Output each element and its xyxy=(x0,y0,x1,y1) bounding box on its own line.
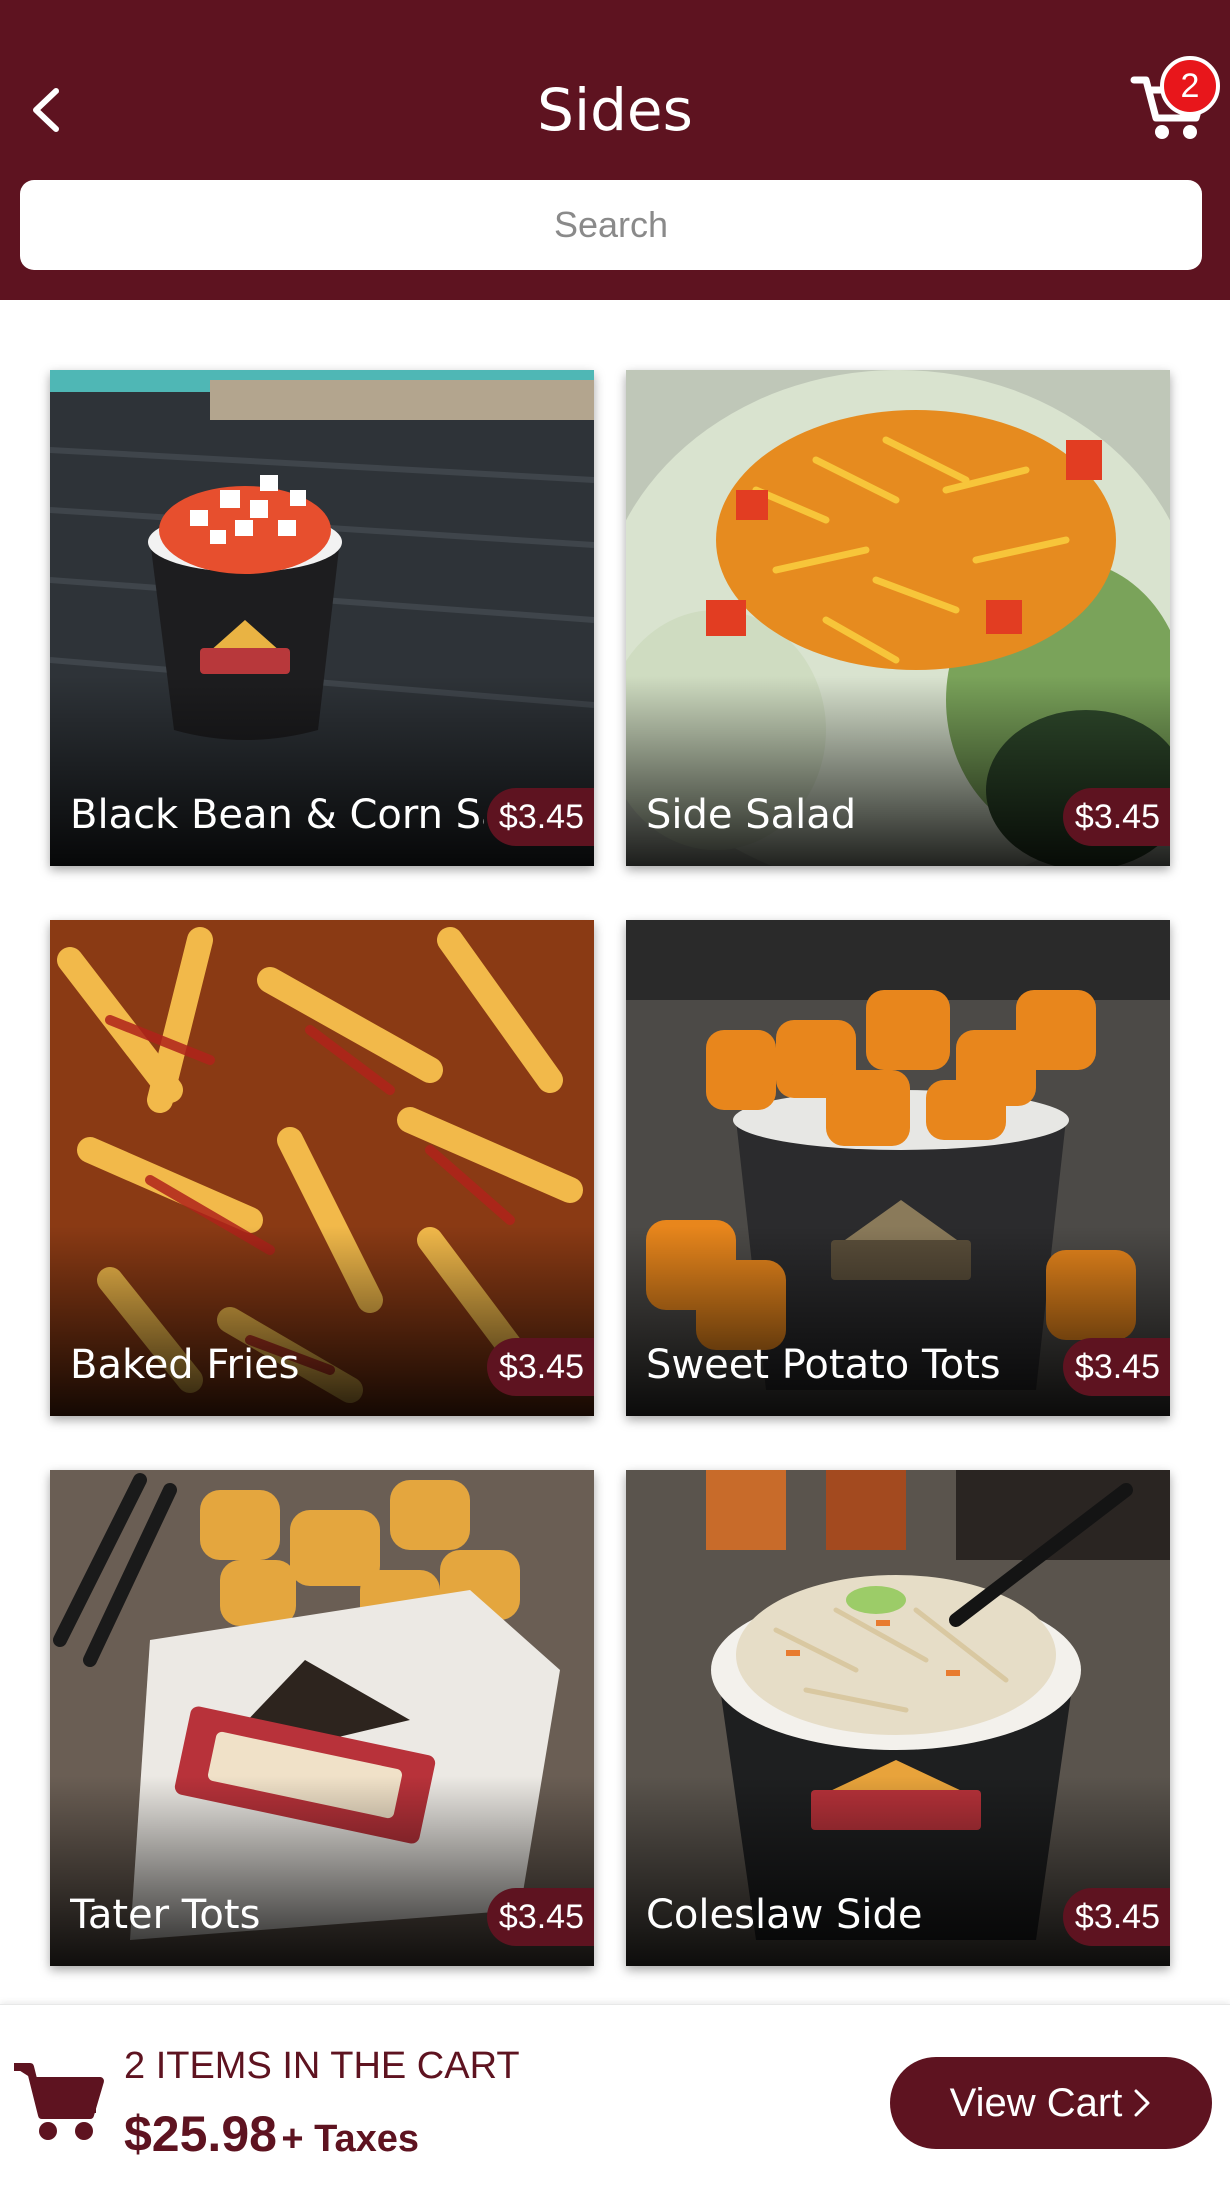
cart-count-badge: 2 xyxy=(1160,56,1220,116)
view-cart-button[interactable]: View Cart xyxy=(890,2057,1212,2149)
menu-item-price: $3.45 xyxy=(486,1888,594,1946)
taxes-label: + Taxes xyxy=(281,2118,420,2160)
cart-items-count: 2 ITEMS IN THE CART xyxy=(124,2045,520,2087)
cart-total: $25.98 xyxy=(124,2106,277,2162)
menu-item-price: $3.45 xyxy=(1062,1338,1170,1396)
app-header: Sides 2 xyxy=(0,0,1230,300)
menu-item-price: $3.45 xyxy=(486,1338,594,1396)
menu-item-card[interactable]: Baked Fries $3.45 xyxy=(50,920,594,1416)
cart-icon xyxy=(14,2063,104,2140)
cart-summary-bar: 2 ITEMS IN THE CART $25.98 + Taxes View … xyxy=(0,2004,1230,2208)
menu-item-price: $3.45 xyxy=(1062,1888,1170,1946)
menu-item-name: Side Salad xyxy=(646,792,857,838)
menu-item-card[interactable]: Sweet Potato Tots $3.45 xyxy=(626,920,1170,1416)
menu-item-price: $3.45 xyxy=(1062,788,1170,846)
chevron-right-icon xyxy=(1134,2089,1150,2117)
page-title: Sides xyxy=(537,76,693,144)
menu-item-name: Sweet Potato Tots xyxy=(646,1342,1001,1388)
menu-item-name: Black Bean & Corn Salad xyxy=(70,792,484,838)
menu-item-price: $3.45 xyxy=(486,788,594,846)
search-input[interactable] xyxy=(20,180,1202,270)
view-cart-label: View Cart xyxy=(949,2080,1123,2125)
menu-item-name: Tater Tots xyxy=(70,1892,261,1938)
menu-item-card[interactable]: Side Salad $3.45 xyxy=(626,370,1170,866)
menu-item-card[interactable]: Black Bean & Corn Salad $3.45 xyxy=(50,370,594,866)
menu-item-card[interactable]: Coleslaw Side $3.45 xyxy=(626,1470,1170,1966)
cart-total-line: $25.98 + Taxes xyxy=(124,2105,419,2163)
menu-item-card[interactable]: Tater Tots $3.45 xyxy=(50,1470,594,1966)
menu-item-name: Baked Fries xyxy=(70,1342,300,1388)
menu-item-name: Coleslaw Side xyxy=(646,1892,923,1938)
